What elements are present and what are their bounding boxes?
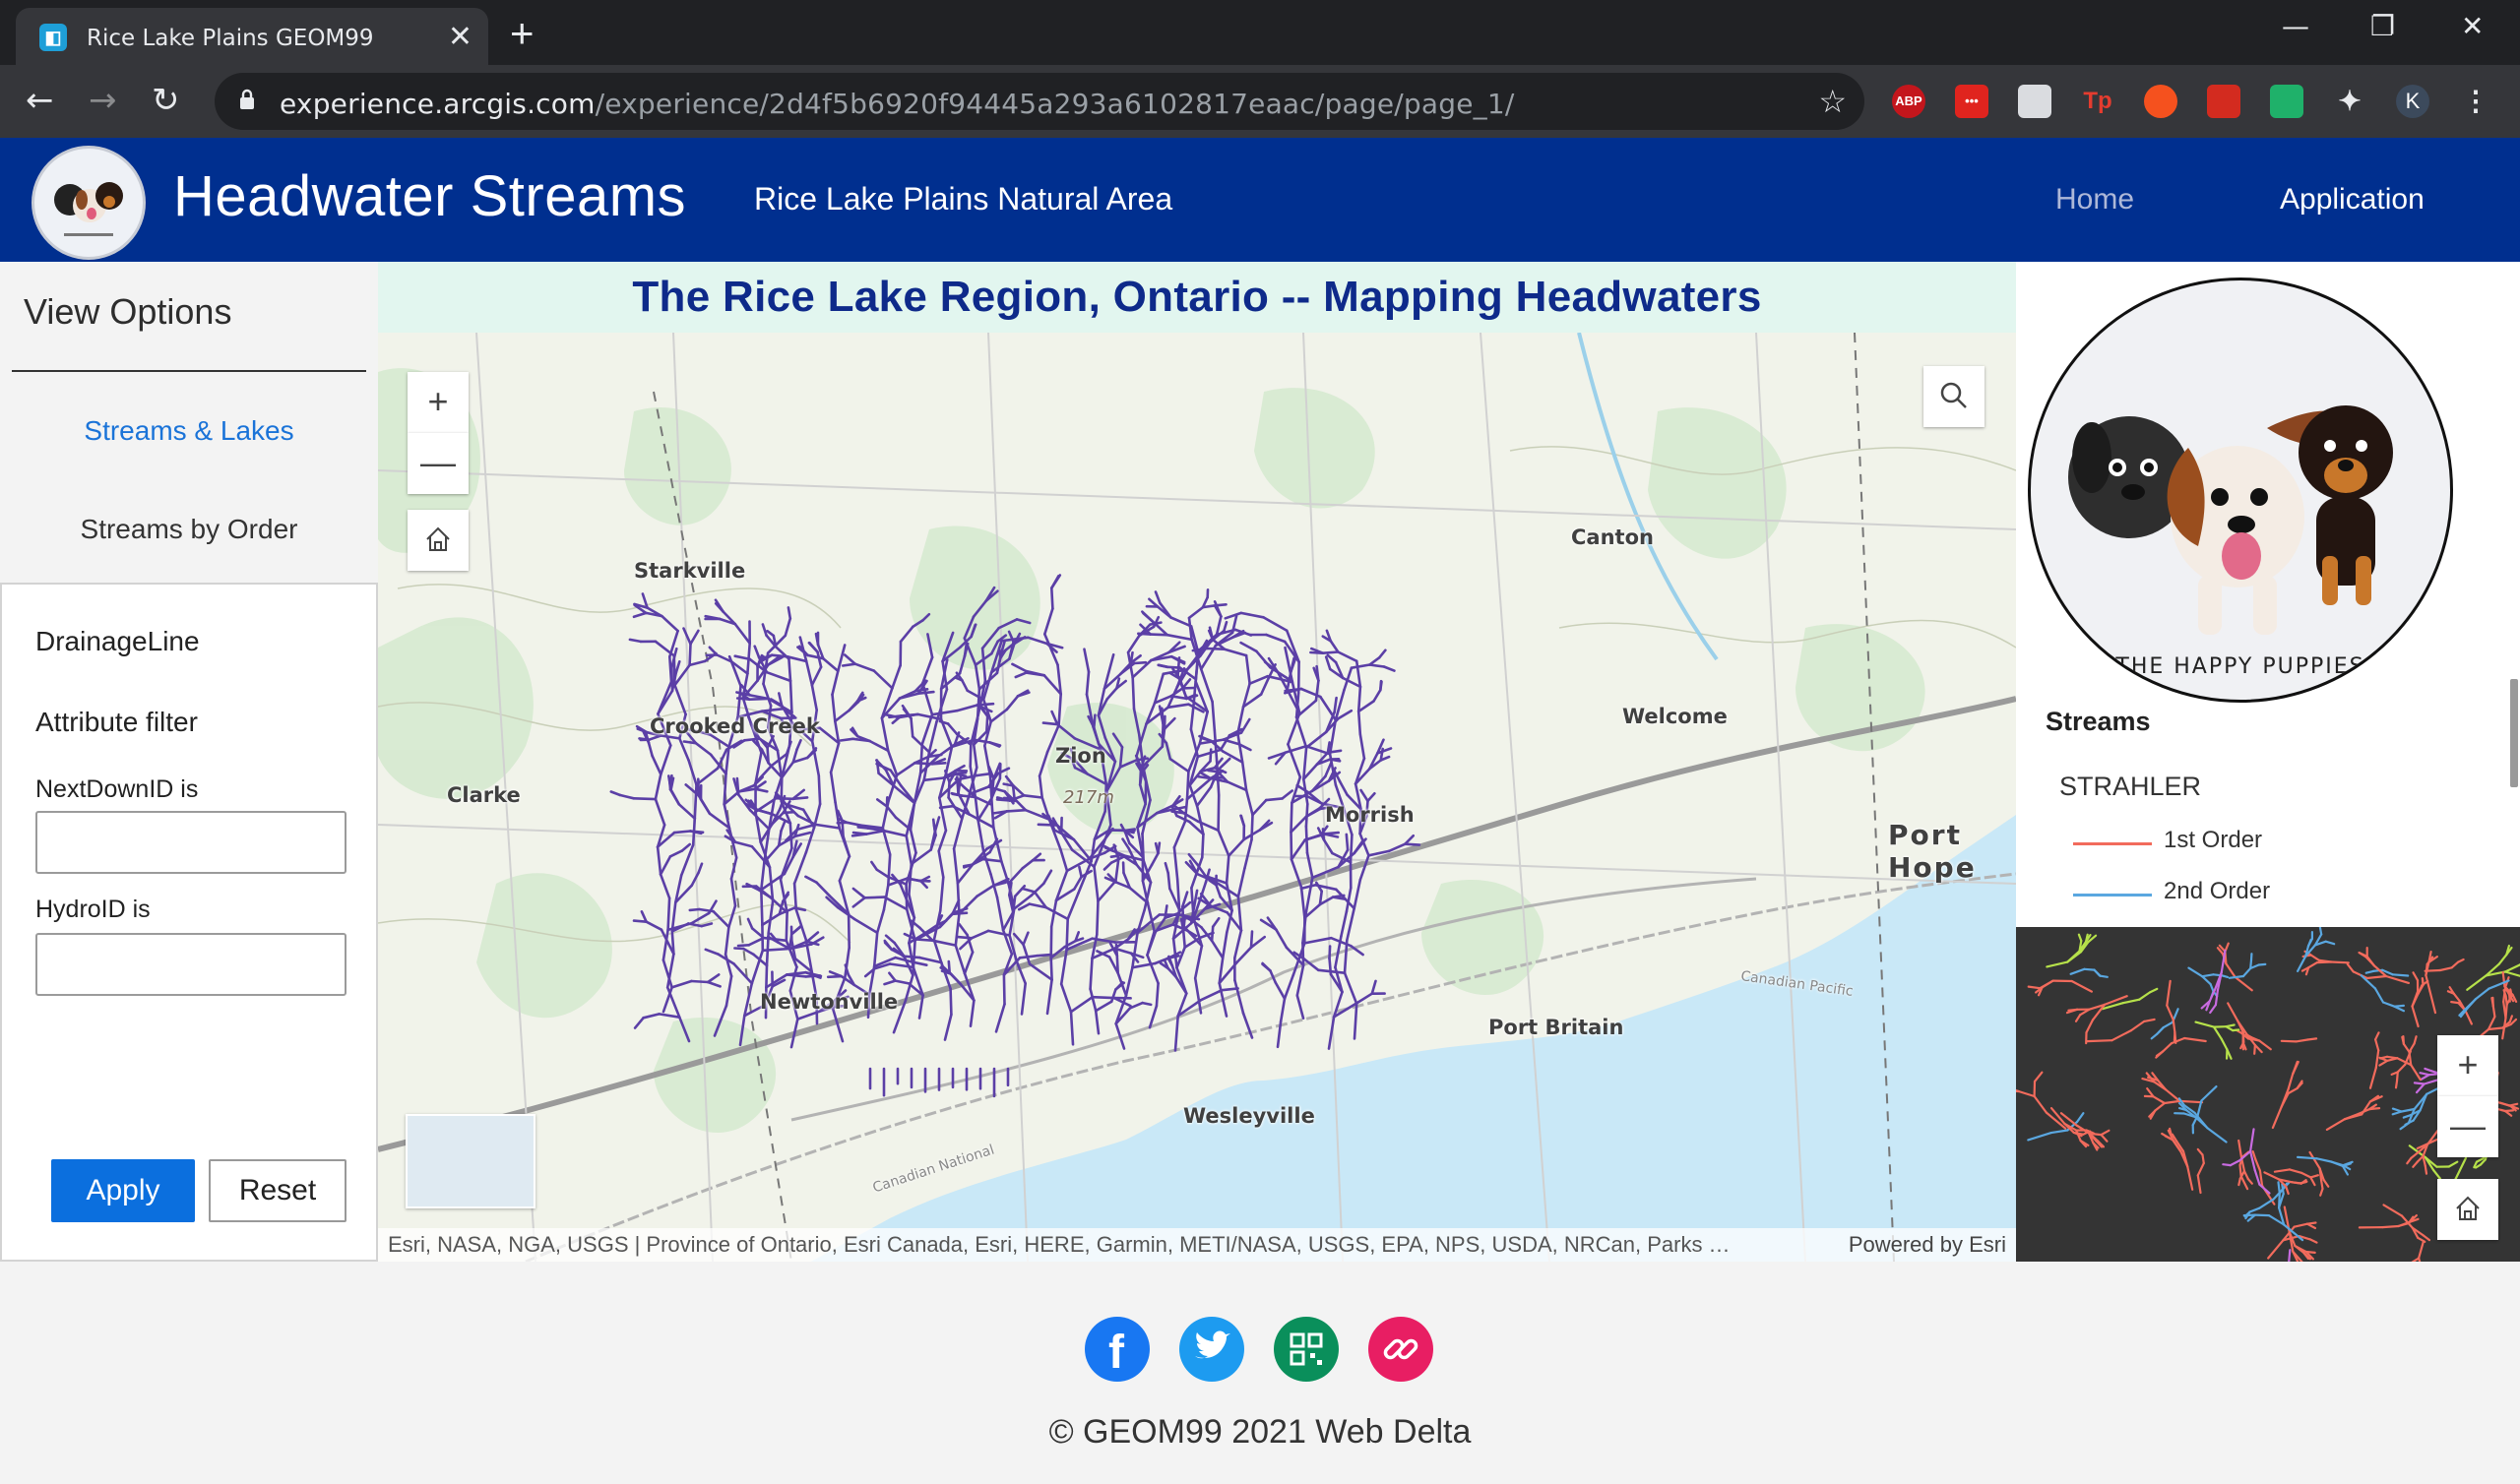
divider	[12, 370, 366, 372]
copyright-text: © GEOM99 2021 Web Delta	[1048, 1413, 1472, 1451]
legend-label: 2nd Order	[2164, 878, 2271, 904]
address-bar[interactable]: experience.arcgis.com/experience/2d4f5b6…	[215, 73, 1864, 130]
nav-application-link[interactable]: Application	[2280, 183, 2425, 216]
hydroid-label: HydroID is	[35, 896, 151, 923]
attribution-text: Esri, NASA, NGA, USGS | Province of Onta…	[388, 1232, 1731, 1257]
adblock-plus-icon[interactable]: ABP	[1892, 85, 1925, 118]
place-label: Clarke	[447, 783, 521, 807]
nextdownid-label: NextDownID is	[35, 775, 199, 803]
tab-title: Rice Lake Plains GEOM99	[87, 26, 374, 51]
twitter-icon[interactable]	[1179, 1317, 1244, 1382]
map-title: The Rice Lake Region, Ontario -- Mapping…	[632, 273, 1762, 321]
elevation-label: 217m	[1063, 787, 1114, 808]
browser-tab[interactable]: ◧ Rice Lake Plains GEOM99 ✕	[16, 8, 488, 65]
legend-layer-title: Streams	[2046, 707, 2151, 736]
reload-icon[interactable]: ↻	[152, 81, 180, 120]
new-tab-button[interactable]: +	[510, 10, 535, 57]
minimap-zoom-out-button[interactable]: —	[2437, 1096, 2498, 1157]
page-footer: f © GEOM99 2021 Web Delta	[0, 1262, 2520, 1484]
place-label: Crooked Creek	[650, 714, 820, 738]
browser-toolbar: ← → ↻ experience.arcgis.com/experience/2…	[0, 65, 2520, 138]
lock-icon	[240, 89, 254, 109]
minimap-home-button[interactable]	[2437, 1179, 2498, 1240]
nextdownid-input[interactable]	[35, 811, 346, 874]
fire-extension-icon[interactable]	[2144, 85, 2177, 118]
url-text: experience.arcgis.com/experience/2d4f5b6…	[280, 88, 1515, 120]
hydroid-input[interactable]	[35, 933, 346, 996]
streams-lakes-link[interactable]: Streams & Lakes	[0, 415, 378, 447]
apply-button[interactable]: Apply	[51, 1159, 195, 1222]
place-label: Port Hope	[1888, 819, 1977, 884]
legend-field-name: STRAHLER	[2059, 772, 2202, 801]
lastpass-icon[interactable]: •••	[1955, 85, 1988, 118]
legend-scrollbar[interactable]	[2510, 679, 2518, 787]
svg-text:f: f	[1108, 1327, 1125, 1379]
place-label: Welcome	[1622, 705, 1728, 728]
legend-panel: THE HAPPY PUPPIES Streams STRAHLER 1st O…	[2016, 262, 2520, 927]
place-label: Morrish	[1325, 803, 1415, 827]
search-button[interactable]	[1923, 366, 1984, 427]
place-label: Canton	[1571, 526, 1654, 549]
reset-button[interactable]: Reset	[209, 1159, 346, 1222]
powered-by-esri[interactable]: Powered by Esri	[1849, 1228, 2006, 1262]
minimap-zoom-in-button[interactable]: +	[2437, 1035, 2498, 1096]
document-icon[interactable]	[2018, 85, 2051, 118]
zoom-out-button[interactable]: —	[408, 433, 469, 494]
browser-tab-bar: ◧ Rice Lake Plains GEOM99 ✕ + — ❐ ✕	[0, 0, 2520, 65]
legend-label: 1st Order	[2164, 827, 2263, 853]
extensions-puzzle-icon[interactable]: ✦	[2333, 85, 2366, 118]
puppies-illustration-icon	[2068, 405, 2393, 635]
app-title: Headwater Streams	[173, 164, 687, 228]
grammar-extension-icon[interactable]	[2270, 85, 2303, 118]
happy-puppies-image: THE HAPPY PUPPIES	[2028, 278, 2453, 703]
logo-caption: THE HAPPY PUPPIES	[2115, 654, 2365, 679]
place-label: Wesleyville	[1183, 1104, 1315, 1128]
nav-home-link[interactable]: Home	[2055, 183, 2134, 216]
back-arrow-icon[interactable]: ←	[26, 81, 54, 120]
forward-arrow-icon[interactable]: →	[89, 81, 117, 120]
happy-puppies-logo[interactable]	[32, 146, 146, 260]
qr-code-icon[interactable]	[1274, 1317, 1339, 1382]
attribute-filter-widget: DrainageLine Attribute filter NextDownID…	[0, 583, 378, 1262]
home-icon	[426, 526, 450, 551]
app-header: Headwater Streams Rice Lake Plains Natur…	[0, 138, 2520, 262]
attribute-filter-heading: Attribute filter	[35, 707, 198, 737]
search-icon	[1940, 382, 1967, 408]
pdf-extension-icon[interactable]	[2207, 85, 2240, 118]
close-window-icon[interactable]: ✕	[2461, 10, 2484, 42]
overview-map-thumbnail[interactable]	[406, 1114, 536, 1208]
streams-by-order-link[interactable]: Streams by Order	[0, 514, 378, 545]
tp-extension-icon[interactable]: Tp	[2081, 85, 2114, 118]
home-icon	[2456, 1196, 2480, 1220]
layer-name: DrainageLine	[35, 626, 200, 656]
place-label: Zion	[1055, 744, 1106, 768]
view-options-panel: View Options Streams & Lakes Streams by …	[0, 262, 378, 1262]
legend-swatch-2nd-order	[2073, 894, 2152, 897]
puppies-logo-icon	[54, 182, 123, 236]
bookmark-star-icon[interactable]: ☆	[1818, 83, 1847, 120]
link-icon[interactable]	[1368, 1317, 1433, 1382]
arcgis-experience-favicon-icon: ◧	[39, 24, 67, 51]
map-attribution: Esri, NASA, NGA, USGS | Province of Onta…	[378, 1228, 2016, 1262]
map-title-banner: The Rice Lake Region, Ontario -- Mapping…	[378, 262, 2016, 333]
legend-swatch-1st-order	[2073, 842, 2152, 845]
browser-menu-icon[interactable]: ⋮	[2459, 85, 2492, 118]
profile-avatar[interactable]: K	[2396, 85, 2429, 118]
home-extent-button[interactable]	[408, 510, 469, 571]
tab-close-icon[interactable]: ✕	[448, 20, 472, 54]
zoom-in-button[interactable]: +	[408, 372, 469, 433]
place-label: Starkville	[634, 559, 746, 583]
map-view[interactable]: Starkville Crooked Creek Clarke Zion 217…	[378, 333, 2016, 1262]
place-label: Newtonville	[760, 990, 899, 1014]
strahler-order-map[interactable]: + —	[2016, 927, 2520, 1262]
view-options-heading: View Options	[24, 291, 232, 332]
place-label: Port Britain	[1488, 1016, 1624, 1039]
minimize-window-icon[interactable]: —	[2282, 10, 2309, 42]
restore-window-icon[interactable]: ❐	[2370, 10, 2395, 42]
facebook-icon[interactable]: f	[1085, 1317, 1150, 1382]
app-subtitle: Rice Lake Plains Natural Area	[754, 181, 1173, 216]
